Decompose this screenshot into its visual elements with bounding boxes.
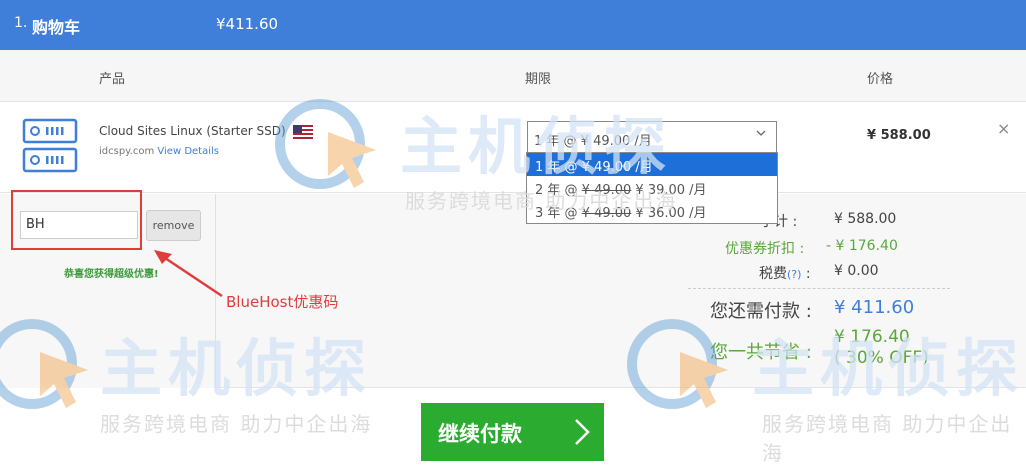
tax-colon: : [801, 266, 811, 282]
discount-value: - ¥ 176.40 [826, 238, 898, 254]
chevron-right-icon [575, 419, 590, 445]
column-headers: 产品 期限 价格 [0, 50, 1026, 102]
subtotal-value: ¥ 588.00 [834, 211, 897, 227]
step-number: 1. [14, 15, 28, 31]
chevron-down-icon [756, 130, 766, 136]
continue-payment-button[interactable]: 继续付款 [421, 403, 604, 461]
period-dropdown-list: 1 年 @ ¥ 49.00 /月 2 年 @ ¥ 49.00 ¥ 39.00 /… [526, 152, 778, 224]
period-selected-value: 1 年 @ ¥ 49.00 /月 [534, 134, 652, 149]
cart-header: 1. 购物车 ¥411.60 [0, 0, 1026, 50]
total-saved-value: ¥ 176.40 [834, 327, 910, 347]
product-name: Cloud Sites Linux (Starter SSD) [99, 124, 286, 138]
server-icon [22, 118, 78, 173]
tax-label: 税费 [759, 266, 787, 282]
col-period: 期限 [525, 72, 552, 87]
cart-total: ¥411.60 [216, 15, 279, 33]
coupon-annotation-label: BlueHost优惠码 [226, 293, 339, 311]
coupon-success-message: 恭喜您获得超级优惠! [64, 269, 159, 280]
period-select[interactable]: 1 年 @ ¥ 49.00 /月 [527, 121, 777, 153]
period-option-2yr[interactable]: 2 年 @ ¥ 49.00 ¥ 39.00 /月 [527, 176, 777, 199]
remove-coupon-button[interactable]: remove [146, 210, 201, 241]
tax-value: ¥ 0.00 [834, 263, 879, 279]
cart-title: 购物车 [32, 18, 81, 37]
watermark-slogan: 服务跨境电商 助力中企出海 [100, 412, 373, 436]
total-saved-percent: ( 30% OFF) [834, 348, 929, 368]
watermark-slogan: 服务跨境电商 助力中企出海 [762, 412, 1013, 465]
col-product: 产品 [99, 72, 126, 87]
annotation-highlight-box [11, 190, 142, 250]
product-price: ¥ 588.00 [867, 128, 931, 143]
summary-divider [688, 288, 950, 289]
domain-text: idcspy.com [99, 146, 155, 157]
close-icon[interactable]: × [997, 119, 1010, 138]
amount-due-value: ¥ 411.60 [834, 297, 915, 318]
annotation-arrow-icon [154, 250, 223, 298]
total-saved-label: 您一共节省 : [710, 342, 812, 363]
continue-label: 继续付款 [438, 422, 522, 446]
tax-label-group: 税费(?) : [759, 263, 811, 283]
col-price: 价格 [867, 72, 894, 87]
period-option-3yr[interactable]: 3 年 @ ¥ 49.00 ¥ 36.00 /月 [527, 199, 777, 222]
us-flag-icon [293, 125, 313, 139]
tax-help-icon[interactable]: (?) [787, 268, 801, 281]
discount-label: 优惠券折扣 : [725, 241, 805, 257]
view-details-link[interactable]: View Details [157, 146, 219, 157]
amount-due-label: 您还需付款 : [710, 301, 812, 322]
product-domain: idcspy.com View Details [99, 146, 219, 157]
period-option-1yr[interactable]: 1 年 @ ¥ 49.00 /月 [527, 153, 777, 176]
